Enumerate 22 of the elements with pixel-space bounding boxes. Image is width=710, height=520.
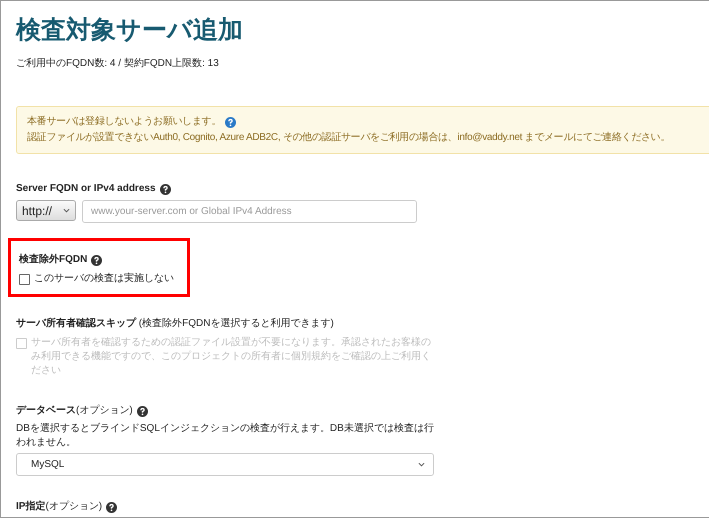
checkbox[interactable] <box>19 274 30 285</box>
protocol-select[interactable]: http:// <box>16 200 76 221</box>
checkbox-label: このサーバの検査は実施しない <box>34 272 174 286</box>
help-icon[interactable] <box>91 254 102 266</box>
chevron-down-icon <box>63 208 70 213</box>
page-title: 検査対象サーバ追加 <box>16 15 244 46</box>
alert-text: 認証ファイルが設置できないAuth0, Cognito, Azure ADB2C, その他の認証サーバをご利用の場合は、info@vaddy.net までメールにてご連絡ください。 <box>27 130 670 145</box>
chevron-down-icon <box>418 462 425 467</box>
usage-text: ご利用中のFQDN数: 4 / 契約FQDN上限数: 13 <box>16 57 220 71</box>
field-description: DBを選択するとブラインドSQLインジェクションの検査が行えます。DB未選択では検査は行われません。 <box>16 422 435 450</box>
field-label: 検査除外FQDN <box>19 253 88 267</box>
fqdn-input[interactable]: www.your-server.com or Global IPv4 Address <box>82 200 417 223</box>
field-label: サーバ所有者確認スキップ (検査除外FQDNを選択すると利用できます) <box>16 317 334 331</box>
database-select[interactable]: MySQL <box>16 453 434 476</box>
help-icon[interactable] <box>136 406 148 416</box>
help-icon[interactable] <box>106 502 118 512</box>
help-icon[interactable] <box>160 184 171 194</box>
alert-text: 本番サーバは登録しないようお願いします。 <box>27 114 222 129</box>
checkbox-label: サーバ所有者を確認するための認証ファイル設置が不要になります。承認されたお客様のみ利用できる機能ですので、このプロジェクトの所有者に個別規約をご確認の上ご利用ください <box>31 336 432 378</box>
field-label: データベース(オプション) <box>16 404 133 418</box>
field-label: IP指定(オプション) <box>16 500 102 514</box>
field-label: Server FQDN or IPv4 address <box>16 182 156 196</box>
